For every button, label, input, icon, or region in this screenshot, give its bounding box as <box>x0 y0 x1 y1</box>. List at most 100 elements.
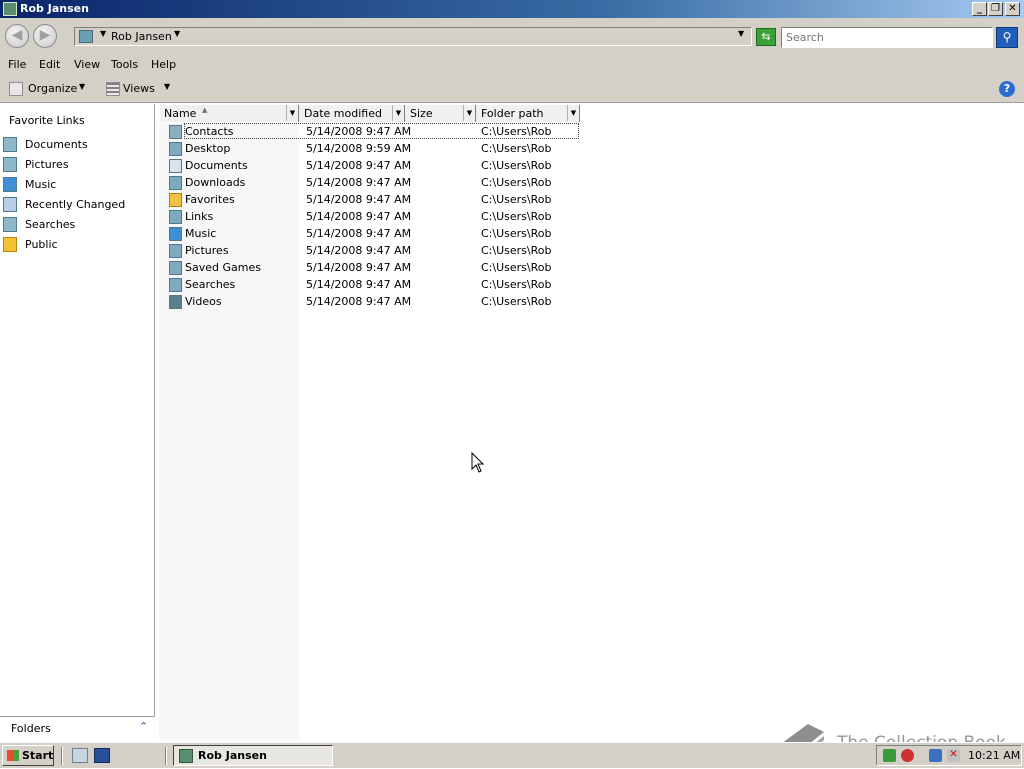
user-folder-icon <box>3 2 17 16</box>
file-date: 5/14/2008 9:47 AM <box>306 261 412 274</box>
column-filter-dropdown[interactable]: ▼ <box>463 105 475 121</box>
column-header-name[interactable]: Name ▲ ▼ <box>160 105 299 122</box>
search-input[interactable] <box>781 27 993 48</box>
chevron-down-icon[interactable]: ▼ <box>100 29 106 38</box>
taskbar-window-button[interactable]: Rob Jansen <box>173 745 333 766</box>
file-path: C:\Users\Rob <box>481 227 552 240</box>
start-button[interactable]: Start <box>2 745 54 766</box>
menu-tools[interactable]: Tools <box>111 58 138 71</box>
sort-ascending-icon: ▲ <box>202 106 208 114</box>
network-icon[interactable] <box>929 749 942 762</box>
sidebar-item-label: Searches <box>25 218 76 231</box>
file-name: Videos <box>185 295 222 308</box>
sidebar-item-label: Music <box>25 178 57 191</box>
table-row[interactable]: Favorites 5/14/2008 9:47 AM C:\Users\Rob <box>158 191 578 208</box>
security-shield-icon[interactable] <box>883 749 896 762</box>
file-path: C:\Users\Rob <box>481 125 552 138</box>
table-row[interactable]: Videos 5/14/2008 9:47 AM C:\Users\Rob <box>158 293 578 310</box>
table-row[interactable]: Desktop 5/14/2008 9:59 AM C:\Users\Rob <box>158 140 578 157</box>
sidebar-item-pictures[interactable]: Pictures <box>0 155 154 173</box>
menu-edit[interactable]: Edit <box>39 58 60 71</box>
table-row[interactable]: Pictures 5/14/2008 9:47 AM C:\Users\Rob <box>158 242 578 259</box>
restore-button[interactable]: ❐ <box>988 2 1003 16</box>
saved-games-folder-icon <box>169 261 182 275</box>
server-manager-icon[interactable] <box>72 748 88 763</box>
window-title: Rob Jansen <box>20 2 89 15</box>
user-folder-icon <box>179 749 193 763</box>
volume-muted-icon[interactable]: ✕ <box>947 749 960 762</box>
sidebar-item-recently-changed[interactable]: Recently Changed <box>0 195 154 213</box>
column-header-label: Size <box>410 107 433 120</box>
pictures-icon <box>3 157 17 172</box>
column-filter-dropdown[interactable]: ▼ <box>286 105 298 121</box>
column-filter-dropdown[interactable]: ▼ <box>392 105 404 121</box>
table-row[interactable]: Contacts 5/14/2008 9:47 AM C:\Users\Rob <box>158 123 578 140</box>
recently-changed-icon <box>3 197 17 212</box>
searches-icon <box>3 217 17 232</box>
views-dropdown-icon[interactable]: ▼ <box>164 82 170 91</box>
close-button[interactable]: ✕ <box>1005 2 1020 16</box>
column-header-label: Name <box>164 107 197 120</box>
sidebar-item-label: Public <box>25 238 58 251</box>
sidebar-item-public[interactable]: Public <box>0 235 154 253</box>
sidebar-item-documents[interactable]: Documents <box>0 135 154 153</box>
menu-bar: File Edit View Tools Help <box>0 54 1024 76</box>
search-button[interactable]: ⚲ <box>996 27 1018 48</box>
breadcrumb-dropdown-icon[interactable]: ▼ <box>174 29 180 38</box>
show-desktop-icon[interactable] <box>94 748 110 763</box>
sidebar-item-label: Recently Changed <box>25 198 126 211</box>
views-icon <box>106 82 120 96</box>
organize-icon <box>9 82 23 96</box>
file-path: C:\Users\Rob <box>481 278 552 291</box>
command-toolbar: Organize ▼ Views ▼ ? <box>0 76 1024 103</box>
column-header-size[interactable]: Size ▼ <box>406 105 476 122</box>
breadcrumb-item[interactable]: Rob Jansen <box>111 30 172 43</box>
sidebar-item-music[interactable]: Music <box>0 175 154 193</box>
file-path: C:\Users\Rob <box>481 261 552 274</box>
table-row[interactable]: Downloads 5/14/2008 9:47 AM C:\Users\Rob <box>158 174 578 191</box>
refresh-button[interactable]: ⇆ <box>756 28 776 46</box>
sidebar-item-searches[interactable]: Searches <box>0 215 154 233</box>
table-row[interactable]: Links 5/14/2008 9:47 AM C:\Users\Rob <box>158 208 578 225</box>
taskbar-window-label: Rob Jansen <box>198 749 267 762</box>
table-row[interactable]: Saved Games 5/14/2008 9:47 AM C:\Users\R… <box>158 259 578 276</box>
file-path: C:\Users\Rob <box>481 193 552 206</box>
links-folder-icon <box>169 210 182 224</box>
address-history-dropdown[interactable]: ▼ <box>738 29 744 38</box>
file-name: Links <box>185 210 214 223</box>
help-icon[interactable]: ? <box>999 81 1015 97</box>
public-folder-icon <box>3 237 17 252</box>
forward-button[interactable]: ▶ <box>33 24 57 48</box>
file-name: Music <box>185 227 217 240</box>
table-row[interactable]: Searches 5/14/2008 9:47 AM C:\Users\Rob <box>158 276 578 293</box>
file-date: 5/14/2008 9:47 AM <box>306 125 412 138</box>
window-title-bar[interactable]: Rob Jansen _ ❐ ✕ <box>0 0 1024 18</box>
file-path: C:\Users\Rob <box>481 295 552 308</box>
menu-help[interactable]: Help <box>151 58 176 71</box>
file-date: 5/14/2008 9:59 AM <box>306 142 412 155</box>
column-headers: Name ▲ ▼ Date modified ▼ Size ▼ Folder p… <box>160 105 580 122</box>
favorites-star-icon <box>169 193 182 207</box>
breadcrumb[interactable]: ▼ Rob Jansen ▼ ▼ <box>74 27 752 46</box>
menu-file[interactable]: File <box>8 58 26 71</box>
table-row[interactable]: Music 5/14/2008 9:47 AM C:\Users\Rob <box>158 225 578 242</box>
folders-toggle[interactable]: Folders ⌃ <box>0 716 155 740</box>
alert-icon[interactable] <box>901 749 914 762</box>
taskbar-separator <box>165 747 167 765</box>
file-date: 5/14/2008 9:47 AM <box>306 278 412 291</box>
back-button[interactable]: ◀ <box>5 24 29 48</box>
file-date: 5/14/2008 9:47 AM <box>306 159 412 172</box>
column-filter-dropdown[interactable]: ▼ <box>567 105 579 121</box>
menu-view[interactable]: View <box>74 58 100 71</box>
sidebar-item-label: Documents <box>25 138 88 151</box>
column-header-date-modified[interactable]: Date modified ▼ <box>300 105 405 122</box>
minimize-button[interactable]: _ <box>972 2 987 16</box>
column-header-folder-path[interactable]: Folder path ▼ <box>477 105 580 122</box>
views-button[interactable]: Views <box>123 82 155 95</box>
chevron-up-icon[interactable]: ⌃ <box>139 720 148 733</box>
clock[interactable]: 10:21 AM <box>968 749 1020 762</box>
file-list-pane[interactable]: Name ▲ ▼ Date modified ▼ Size ▼ Folder p… <box>158 104 1024 740</box>
organize-button[interactable]: Organize <box>28 82 77 95</box>
table-row[interactable]: Documents 5/14/2008 9:47 AM C:\Users\Rob <box>158 157 578 174</box>
organize-dropdown-icon[interactable]: ▼ <box>79 82 85 91</box>
